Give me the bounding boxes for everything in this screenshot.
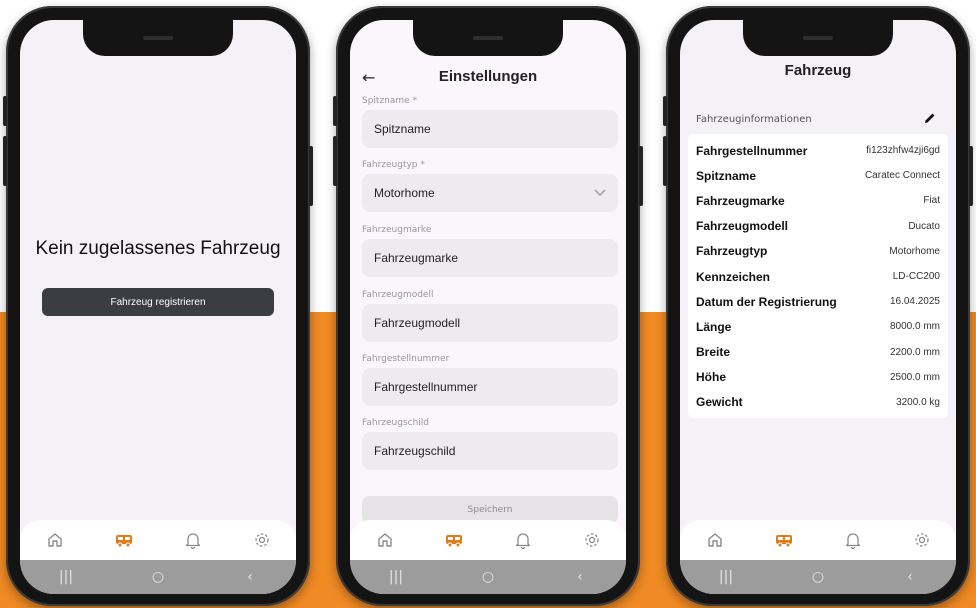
info-value: Ducato [908, 220, 940, 232]
bell-icon[interactable] [512, 529, 534, 551]
settings-icon[interactable] [251, 529, 273, 551]
info-value: 3200.0 kg [896, 396, 940, 408]
vehicle-brand-input[interactable]: Fahrzeugmarke [362, 239, 618, 277]
info-row: Kennzeichen LD-CC200 [696, 264, 940, 289]
info-key: Spitzname [696, 168, 757, 183]
back-button[interactable]: ‹ [239, 569, 261, 585]
nickname-input[interactable]: Spitzname [362, 110, 618, 148]
field-label: Fahrgestellnummer [362, 354, 450, 364]
nickname-field-group: Spitzname * Spitzname [362, 96, 618, 148]
chevron-down-icon [594, 186, 606, 200]
vehicle-icon[interactable] [113, 529, 135, 551]
vehicle-type-field-group: Fahrzeugtyp * Motorhome [362, 160, 618, 212]
screen-vehicle-details: Fahrzeug Fahrzeuginformationen Fahrgeste… [680, 20, 956, 594]
info-row: Spitzname Caratec Connect [696, 163, 940, 188]
info-row: Höhe 2500.0 mm [696, 365, 940, 390]
info-key: Höhe [696, 370, 726, 385]
vehicle-info-card: Fahrgestellnummer fi123zhfw4zji6gd Spitz… [688, 134, 948, 418]
bottom-tabbar [20, 520, 296, 560]
notch [413, 20, 563, 56]
info-key: Fahrgestellnummer [696, 143, 808, 158]
page-title: Fahrzeug [784, 62, 852, 79]
info-value: fi123zhfw4zji6gd [866, 145, 940, 157]
home-button[interactable]: ○ [477, 569, 499, 585]
edit-pencil-icon[interactable] [924, 112, 936, 127]
info-value: Fiat [923, 195, 940, 207]
info-key: Breite [696, 345, 731, 360]
phone-frame-1: Kein zugelassenes Fahrzeug Fahrzeug regi… [3, 6, 313, 606]
info-key: Fahrzeugmarke [696, 193, 785, 208]
info-value: Caratec Connect [864, 170, 940, 182]
info-row: Gewicht 3200.0 kg [696, 390, 940, 415]
info-value: 2500.0 mm [889, 371, 940, 383]
recent-apps-button[interactable]: ||| [55, 569, 77, 585]
bell-icon[interactable] [842, 529, 864, 551]
license-plate-field-group: Fahrzeugschild Fahrzeugschild [362, 418, 618, 470]
license-plate-input[interactable]: Fahrzeugschild [362, 432, 618, 470]
system-navigation-bar: ||| ○ ‹ [680, 560, 956, 594]
info-key: Fahrzeugmodell [696, 219, 789, 234]
bottom-tabbar [350, 520, 626, 560]
screen-no-vehicle: Kein zugelassenes Fahrzeug Fahrzeug regi… [20, 20, 296, 594]
field-label: Fahrzeugmodell [362, 290, 434, 300]
info-key: Länge [696, 319, 732, 334]
screen-settings: ← Einstellungen Spitzname * Spitzname Fa… [350, 20, 626, 594]
info-value: LD-CC200 [892, 271, 940, 283]
back-button[interactable]: ‹ [899, 569, 921, 585]
vehicle-brand-field-group: Fahrzeugmarke Fahrzeugmarke [362, 225, 618, 277]
info-row: Fahrzeugtyp Motorhome [696, 239, 940, 264]
field-label: Fahrzeugmarke [362, 225, 432, 235]
vehicle-info-section-header: Fahrzeuginformationen [696, 112, 936, 127]
info-key: Kennzeichen [696, 269, 771, 284]
vehicle-icon[interactable] [443, 529, 465, 551]
vehicle-model-field-group: Fahrzeugmodell Fahrzeugmodell [362, 290, 618, 342]
register-vehicle-button[interactable]: Fahrzeug registrieren [42, 288, 274, 316]
info-value: Motorhome [889, 245, 940, 257]
back-button[interactable]: ‹ [569, 569, 591, 585]
home-button[interactable]: ○ [147, 569, 169, 585]
info-row: Länge 8000.0 mm [696, 314, 940, 339]
home-icon[interactable] [704, 529, 726, 551]
field-label: Fahrzeugschild [362, 418, 430, 428]
home-button[interactable]: ○ [807, 569, 829, 585]
info-row: Fahrzeugmodell Ducato [696, 214, 940, 239]
page-title: Einstellungen [438, 68, 538, 85]
info-value: 8000.0 mm [889, 321, 940, 333]
info-row: Fahrgestellnummer fi123zhfw4zji6gd [696, 138, 940, 163]
info-value: 16.04.2025 [889, 296, 940, 308]
info-row: Breite 2200.0 mm [696, 340, 940, 365]
info-key: Gewicht [696, 395, 743, 410]
vehicle-model-input[interactable]: Fahrzeugmodell [362, 304, 618, 342]
info-row: Fahrzeugmarke Fiat [696, 188, 940, 213]
recent-apps-button[interactable]: ||| [385, 569, 407, 585]
system-navigation-bar: ||| ○ ‹ [350, 560, 626, 594]
bottom-tabbar [680, 520, 956, 560]
chassis-number-input[interactable]: Fahrgestellnummer [362, 368, 618, 406]
no-vehicle-message: Kein zugelassenes Fahrzeug [35, 238, 281, 259]
phone-frame-3: Fahrzeug Fahrzeuginformationen Fahrgeste… [663, 6, 973, 606]
vehicle-icon[interactable] [773, 529, 795, 551]
notch [83, 20, 233, 56]
settings-icon[interactable] [581, 529, 603, 551]
home-icon[interactable] [374, 529, 396, 551]
phone-frame-2: ← Einstellungen Spitzname * Spitzname Fa… [333, 6, 643, 606]
field-label: Spitzname * [362, 96, 418, 106]
section-title: Fahrzeuginformationen [696, 114, 812, 125]
settings-header: ← Einstellungen [350, 64, 626, 94]
chassis-number-field-group: Fahrgestellnummer Fahrgestellnummer [362, 354, 618, 406]
settings-icon[interactable] [911, 529, 933, 551]
system-navigation-bar: ||| ○ ‹ [20, 560, 296, 594]
bell-icon[interactable] [182, 529, 204, 551]
info-row: Datum der Registrierung 16.04.2025 [696, 289, 940, 314]
vehicle-type-select[interactable]: Motorhome [362, 174, 618, 212]
notch [743, 20, 893, 56]
home-icon[interactable] [44, 529, 66, 551]
info-key: Datum der Registrierung [696, 294, 837, 309]
field-label: Fahrzeugtyp * [362, 160, 425, 170]
recent-apps-button[interactable]: ||| [715, 569, 737, 585]
info-value: 2200.0 mm [889, 346, 940, 358]
info-key: Fahrzeugtyp [696, 244, 768, 259]
